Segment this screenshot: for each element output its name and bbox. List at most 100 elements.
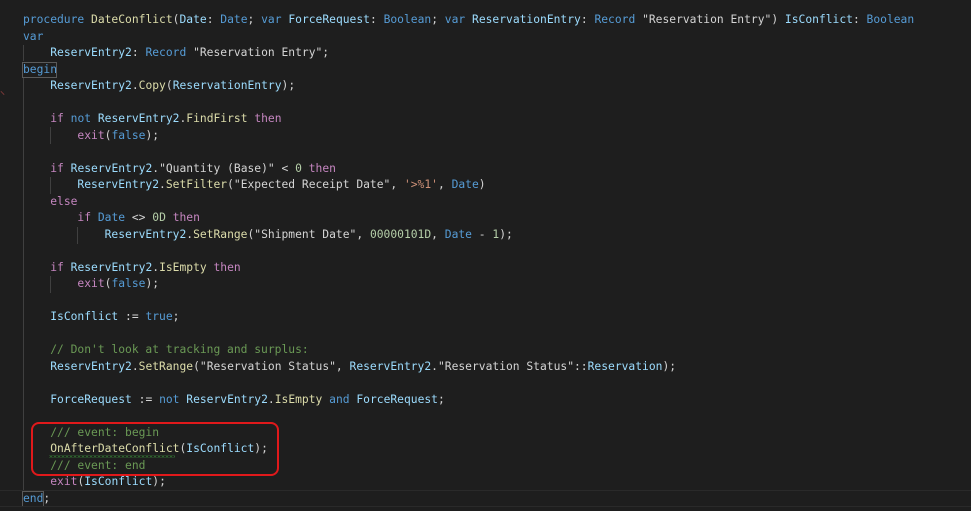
code-token: ); bbox=[281, 79, 296, 92]
code-token: false bbox=[111, 277, 146, 290]
code-token: < bbox=[274, 161, 296, 175]
code-line-text: IsConflict := true; bbox=[23, 309, 179, 326]
code-line[interactable] bbox=[0, 326, 971, 343]
code-token: . bbox=[431, 359, 438, 373]
code-token: then bbox=[308, 161, 336, 175]
code-line-text: procedure DateConflict(Date: Date; var F… bbox=[23, 12, 914, 29]
code-token: ReservationEntry bbox=[472, 13, 581, 26]
code-token: var bbox=[261, 13, 282, 26]
code-token: , bbox=[390, 178, 404, 191]
code-line[interactable]: if ReservEntry2.IsEmpty then bbox=[0, 260, 971, 277]
code-line[interactable]: if Date <> 0D then bbox=[0, 210, 971, 227]
code-line-text: exit(IsConflict); bbox=[23, 474, 166, 491]
code-line[interactable]: // Don't look at tracking and surplus: bbox=[0, 342, 971, 359]
code-token: ReservEntry2 bbox=[97, 112, 180, 125]
code-token: else bbox=[50, 194, 78, 208]
code-line-text: ReservEntry2.SetRange("Shipment Date", 0… bbox=[23, 227, 513, 244]
code-token: if bbox=[50, 112, 64, 125]
code-line[interactable]: ReservEntry2.Copy(ReservationEntry); bbox=[0, 78, 971, 95]
bracket-match-begin bbox=[22, 62, 57, 78]
code-token: ); bbox=[152, 475, 166, 488]
code-token: Copy bbox=[138, 79, 166, 92]
code-line[interactable]: if ReservEntry2."Quantity (Base)" < 0 th… bbox=[0, 161, 971, 178]
code-token: , bbox=[335, 359, 350, 373]
code-token: if bbox=[50, 161, 64, 175]
code-line-text: ReservEntry2.Copy(ReservationEntry); bbox=[23, 78, 295, 95]
code-token: . bbox=[131, 79, 139, 92]
code-token: 0 bbox=[295, 161, 302, 175]
code-token: if bbox=[77, 211, 92, 224]
code-token: "Reservation Entry"; bbox=[186, 46, 330, 59]
code-token: "Reservation Status" bbox=[199, 359, 336, 373]
code-token: ( bbox=[165, 79, 173, 92]
code-token: ReservEntry2 bbox=[50, 359, 132, 373]
code-line-text: if not ReservEntry2.FindFirst then bbox=[23, 111, 281, 128]
code-token: - bbox=[471, 227, 493, 241]
code-line[interactable]: var bbox=[0, 29, 971, 46]
code-token: Record bbox=[145, 46, 187, 59]
code-token: : bbox=[580, 13, 595, 26]
code-token: ); bbox=[662, 359, 677, 373]
code-line-text: ForceRequest := not ReservEntry2.IsEmpty… bbox=[23, 392, 445, 409]
code-line[interactable]: ForceRequest := not ReservEntry2.IsEmpty… bbox=[0, 392, 971, 409]
code-line[interactable]: ReservEntry2.SetFilter("Expected Receipt… bbox=[0, 177, 971, 194]
code-token: exit bbox=[77, 277, 105, 290]
code-line[interactable]: else bbox=[0, 194, 971, 211]
code-line[interactable]: procedure DateConflict(Date: Date; var F… bbox=[0, 12, 971, 29]
code-line[interactable]: ReservEntry2: Record "Reservation Entry"… bbox=[0, 45, 971, 62]
code-line[interactable]: exit(IsConflict); bbox=[0, 474, 971, 491]
code-line[interactable]: exit(false); bbox=[0, 276, 971, 293]
code-token: ; bbox=[437, 392, 445, 406]
code-editor[interactable]: procedure DateConflict (Date: Date; var F… bbox=[0, 0, 971, 511]
code-line[interactable]: exit(false); bbox=[0, 128, 971, 145]
code-token: IsConflict bbox=[784, 13, 853, 26]
code-token: , bbox=[437, 178, 452, 191]
code-token: "Reservation Entry" bbox=[642, 13, 772, 26]
code-line[interactable]: ReservEntry2.SetRange("Reservation Statu… bbox=[0, 359, 971, 376]
code-token: // Don't look at tracking and surplus: bbox=[50, 343, 309, 356]
code-token: : bbox=[852, 13, 867, 26]
code-line[interactable]: IsConflict := true; bbox=[0, 309, 971, 326]
event-annotation-box bbox=[31, 422, 279, 476]
code-token: "Quantity (Base)" bbox=[159, 161, 275, 175]
code-line[interactable] bbox=[0, 95, 971, 112]
code-token: FindFirst bbox=[186, 112, 248, 125]
code-token: IsEmpty bbox=[274, 392, 323, 406]
code-token: IsEmpty bbox=[159, 260, 207, 274]
code-token: ; bbox=[172, 310, 180, 323]
code-token: 00000101D bbox=[369, 227, 432, 241]
code-token: : bbox=[206, 13, 221, 26]
code-line-text: // Don't look at tracking and surplus: bbox=[23, 342, 309, 359]
code-line[interactable]: if not ReservEntry2.FindFirst then bbox=[0, 111, 971, 128]
code-token: true bbox=[145, 310, 173, 323]
code-token: SetFilter bbox=[165, 178, 228, 191]
code-token: IsConflict bbox=[50, 310, 119, 323]
code-line[interactable]: ReservEntry2.SetRange("Shipment Date", 0… bbox=[0, 227, 971, 244]
code-line[interactable] bbox=[0, 144, 971, 161]
code-token: . bbox=[159, 178, 166, 191]
code-token: ReservEntry2 bbox=[70, 161, 153, 175]
code-line[interactable] bbox=[0, 293, 971, 310]
code-line-text: var bbox=[23, 29, 43, 46]
code-token: if bbox=[50, 260, 64, 274]
code-line[interactable] bbox=[0, 243, 971, 260]
code-line[interactable]: begin bbox=[0, 62, 971, 79]
code-line[interactable] bbox=[0, 375, 971, 392]
code-token: ReservEntry2 bbox=[70, 260, 153, 274]
code-token: SetRange bbox=[138, 359, 194, 373]
